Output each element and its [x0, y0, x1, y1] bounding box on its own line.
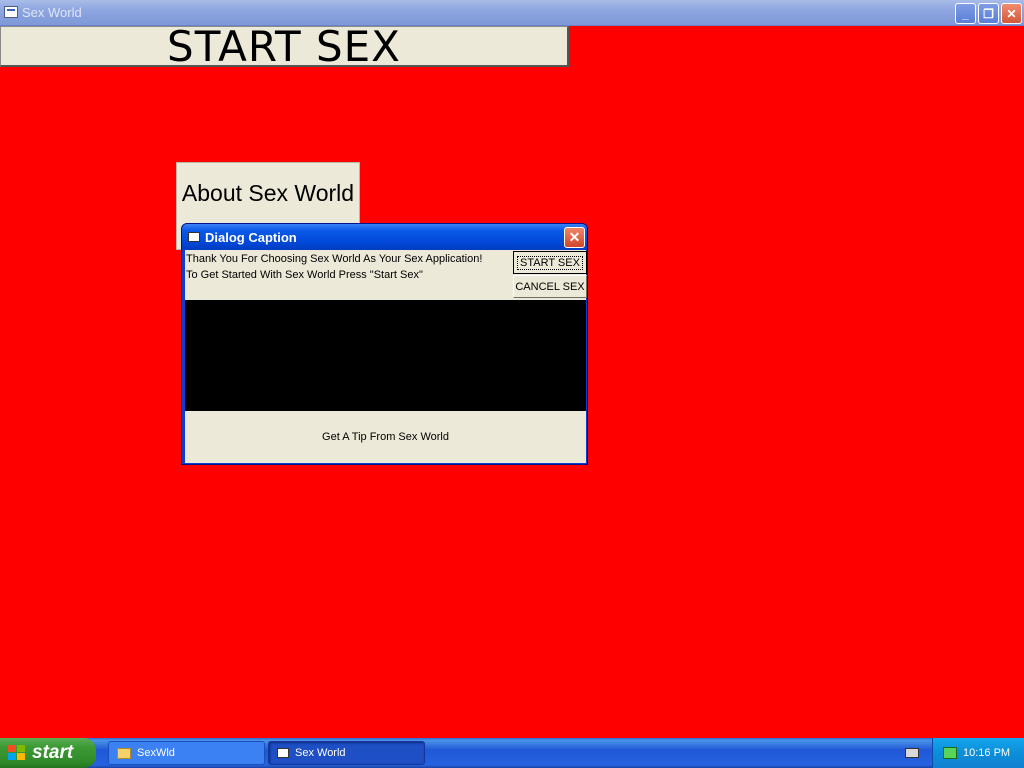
minimize-button[interactable]: _	[955, 3, 976, 24]
start-menu-button[interactable]: start	[0, 738, 96, 768]
network-icon[interactable]	[943, 747, 957, 759]
dialog-start-sex-label: START SEX	[517, 255, 583, 270]
dialog-black-panel	[185, 300, 586, 411]
dialog-window: Dialog Caption ✕ Thank You For Choosing …	[181, 223, 588, 465]
windows-logo-icon	[8, 745, 26, 761]
dialog-message: Thank You For Choosing Sex World As Your…	[185, 250, 513, 300]
taskbar-item-label: Sex World	[295, 747, 346, 759]
dialog-message-line-1: Thank You For Choosing Sex World As Your…	[186, 253, 483, 265]
taskbar: start SexWld Sex World 10:16 PM	[0, 738, 1024, 768]
dialog-titlebar[interactable]: Dialog Caption ✕	[182, 224, 587, 250]
maximize-button[interactable]: ❐	[978, 3, 999, 24]
start-sex-main-button[interactable]: START SEX	[0, 22, 569, 71]
keyboard-icon[interactable]	[905, 748, 919, 758]
main-window-titlebar[interactable]: Sex World _ ❐ ✕	[0, 0, 1024, 26]
app-window-icon	[4, 6, 18, 18]
taskbar-item-label: SexWld	[137, 747, 175, 759]
dialog-start-sex-button[interactable]: START SEX	[513, 251, 587, 274]
start-label: start	[32, 742, 74, 763]
dialog-message-line-2: To Get Started With Sex World Press "Sta…	[186, 269, 423, 281]
dialog-window-icon	[188, 232, 200, 242]
close-button[interactable]: ✕	[1001, 3, 1022, 24]
taskbar-item-sexwld[interactable]: SexWld	[108, 741, 265, 765]
system-tray: 10:16 PM	[932, 738, 1024, 768]
dialog-cancel-sex-button[interactable]: CANCEL SEX	[513, 275, 587, 298]
dialog-body: Thank You For Choosing Sex World As Your…	[185, 250, 587, 463]
taskbar-item-sex-world[interactable]: Sex World	[268, 741, 425, 765]
dialog-close-button[interactable]: ✕	[564, 227, 585, 248]
clock[interactable]: 10:16 PM	[963, 747, 1010, 759]
window-icon	[277, 748, 289, 758]
get-tip-button[interactable]: Get A Tip From Sex World	[185, 411, 586, 463]
folder-icon	[117, 747, 131, 759]
dialog-title: Dialog Caption	[205, 230, 297, 245]
main-window-title: Sex World	[22, 5, 82, 20]
